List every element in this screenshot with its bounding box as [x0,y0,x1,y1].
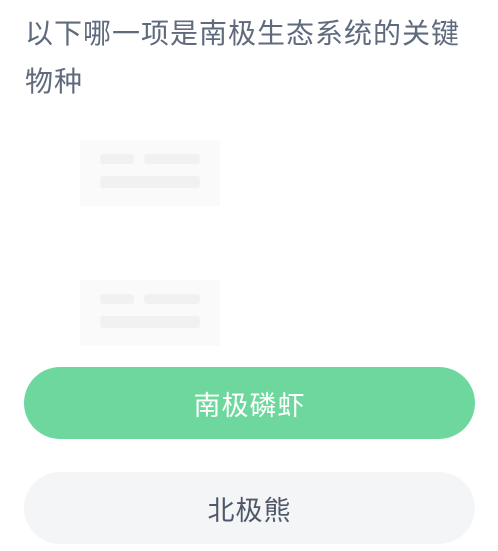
placeholder-shape [100,176,200,188]
placeholder-shape [100,294,134,304]
placeholder-shape [144,294,200,304]
placeholder-shape [144,154,200,164]
question-text: 以下哪一项是南极生态系统的关键物种 [25,17,461,98]
answer-option-button[interactable]: 南极磷虾 [24,367,475,439]
answer-option-button[interactable]: 北极熊 [24,472,475,544]
placeholder-shape [100,154,134,164]
image-placeholder [80,140,220,206]
image-placeholder [80,280,220,346]
answer-option-label: 南极磷虾 [193,390,306,422]
answer-option-label: 北极熊 [207,495,292,527]
placeholder-shape [100,316,200,328]
